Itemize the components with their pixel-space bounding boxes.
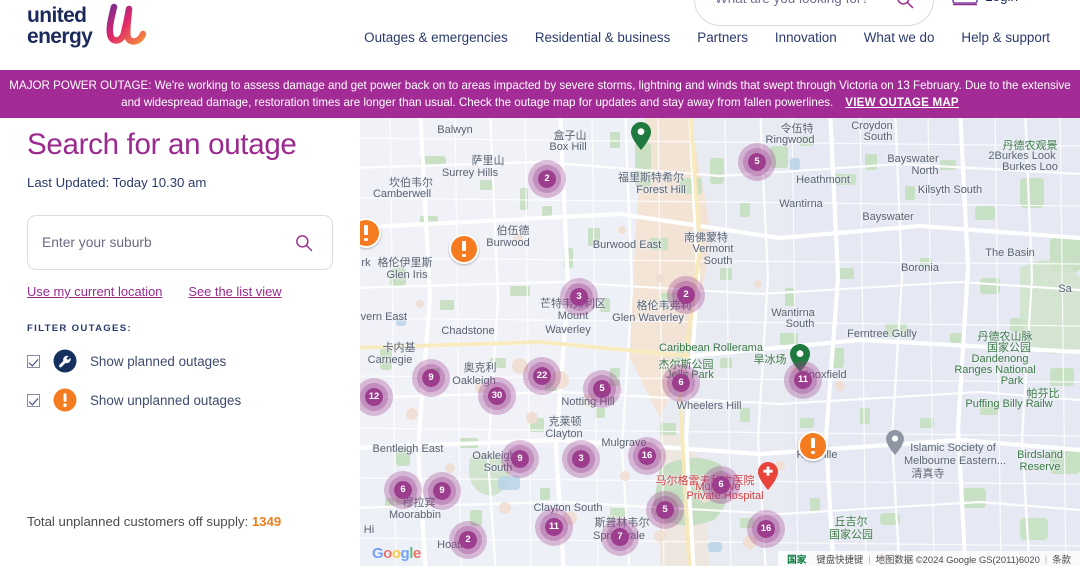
total-label: Total unplanned customers off supply:: [27, 514, 249, 529]
site-search-box[interactable]: What are you looking for?: [694, 0, 934, 26]
outage-cluster-marker[interactable]: 6: [662, 364, 700, 402]
outage-cluster-marker[interactable]: 9: [501, 440, 539, 478]
cluster-count: 6: [678, 377, 684, 389]
filter-outages-heading: FILTER OUTAGES:: [27, 323, 132, 334]
outage-cluster-marker[interactable]: 11: [784, 361, 822, 399]
wrench-circle-icon: [53, 349, 77, 373]
cluster-count: 30: [491, 390, 503, 402]
unplanned-outage-marker[interactable]: [798, 431, 828, 461]
show-planned-outages-checkbox[interactable]: [27, 354, 40, 368]
last-updated-text: Last Updated: Today 10.30 am: [27, 175, 207, 190]
outage-cluster-marker[interactable]: 2: [528, 160, 566, 198]
nav-item-5[interactable]: Help & support: [961, 30, 1050, 45]
page-title: Search for an outage: [27, 128, 297, 161]
outage-cluster-marker[interactable]: 6: [702, 466, 740, 504]
cluster-count: 9: [517, 453, 523, 465]
major-outage-banner: MAJOR POWER OUTAGE: We're working to ass…: [0, 70, 1080, 118]
outage-cluster-marker[interactable]: 9: [423, 472, 461, 510]
outage-cluster-marker[interactable]: 2: [449, 521, 487, 559]
site-header: united energy What are you looking for?: [0, 0, 1080, 70]
outage-map[interactable]: Balwyn 盒子山 Box Hill 萨里山 Surrey Hills 坎伯韦尔 Camb…: [360, 118, 1080, 566]
nav-item-2[interactable]: Partners: [697, 30, 748, 45]
main-navigation[interactable]: Outages & emergencies Residential & busin…: [0, 30, 1080, 45]
suburb-search-field[interactable]: [27, 215, 333, 270]
cluster-count: 3: [576, 291, 582, 303]
cluster-count: 16: [641, 450, 653, 462]
outage-cluster-marker[interactable]: 22: [523, 357, 561, 395]
cluster-count: 11: [548, 521, 560, 533]
map-attribution: 国家 键盘快捷键 | 地图数据 ©2024 Google GS(2011)602…: [778, 551, 1080, 566]
filter-planned-outages-row[interactable]: Show planned outages: [27, 349, 333, 373]
terms-link[interactable]: 条款: [1047, 552, 1076, 566]
outage-search-sidebar: Search for an outage Last Updated: Today…: [0, 118, 360, 566]
exclamation-circle-icon: [53, 388, 77, 412]
attribution-flag: 国家: [787, 554, 807, 566]
nav-item-3[interactable]: Innovation: [775, 30, 837, 45]
cluster-count: 5: [599, 383, 605, 395]
show-unplanned-outages-label: Show unplanned outages: [90, 392, 242, 408]
view-outage-map-link[interactable]: VIEW OUTAGE MAP: [845, 96, 959, 109]
cluster-count: 2: [465, 534, 471, 546]
total-value: 1349: [251, 514, 282, 529]
use-my-current-location-link[interactable]: Use my current location: [27, 284, 162, 299]
search-icon[interactable]: [895, 0, 915, 10]
filter-unplanned-outages-row[interactable]: Show unplanned outages: [27, 388, 333, 412]
show-planned-outages-label: Show planned outages: [90, 353, 227, 369]
nav-item-4[interactable]: What we do: [864, 30, 935, 45]
outage-cluster-marker[interactable]: 16: [628, 437, 666, 475]
cluster-count: 11: [797, 374, 809, 386]
cluster-count: 9: [439, 485, 445, 497]
cluster-count: 2: [544, 173, 550, 185]
outage-cluster-marker[interactable]: 2: [667, 276, 705, 314]
login-menu[interactable]: Login: [952, 0, 1037, 6]
green-pin-icon[interactable]: [631, 122, 651, 150]
show-unplanned-outages-checkbox[interactable]: [27, 393, 40, 407]
search-icon[interactable]: [294, 233, 314, 253]
cluster-count: 16: [760, 523, 772, 535]
suburb-search-input[interactable]: [42, 216, 292, 269]
hospital-pin-icon[interactable]: [758, 462, 778, 490]
outage-cluster-marker[interactable]: 11: [535, 508, 573, 546]
nav-item-0[interactable]: Outages & emergencies: [364, 30, 508, 45]
nav-item-1[interactable]: Residential & business: [535, 30, 670, 45]
cluster-count: 5: [754, 156, 760, 168]
page-root: Balwyn 盒子山 Box Hill 萨里山 Surrey Hills 坎伯韦尔 Camb…: [0, 0, 1080, 566]
outage-cluster-marker[interactable]: 5: [583, 370, 621, 408]
outage-cluster-marker[interactable]: 16: [747, 510, 785, 548]
site-search-placeholder: What are you looking for?: [715, 0, 869, 6]
outage-cluster-marker[interactable]: 7: [601, 518, 639, 556]
total-unplanned-customers: Total unplanned customers off supply: 13…: [27, 514, 281, 529]
cluster-count: 7: [617, 531, 623, 543]
keyboard-shortcuts-link[interactable]: 键盘快捷键: [811, 552, 868, 566]
cluster-count: 9: [428, 372, 434, 384]
outage-cluster-marker[interactable]: 5: [738, 143, 776, 181]
cluster-count: 22: [536, 370, 548, 382]
outage-cluster-marker[interactable]: 5: [646, 491, 684, 529]
login-label: Login: [985, 0, 1018, 4]
outage-cluster-marker[interactable]: 6: [384, 471, 422, 509]
cluster-count: 3: [578, 453, 584, 465]
see-the-list-view-link[interactable]: See the list view: [188, 284, 281, 299]
unplanned-outage-marker[interactable]: [449, 234, 479, 264]
sidebar-links: Use my current location See the list vie…: [27, 284, 333, 299]
cluster-count: 5: [662, 504, 668, 516]
mosque-poi-icon: [886, 430, 904, 455]
logo-line-1: united: [27, 3, 87, 27]
cluster-count: 2: [683, 289, 689, 301]
login-card-icon: [952, 0, 978, 6]
outage-cluster-marker[interactable]: 9: [412, 359, 450, 397]
cluster-count: 6: [718, 479, 724, 491]
outage-cluster-marker[interactable]: 3: [560, 278, 598, 316]
outage-cluster-marker[interactable]: 3: [562, 440, 600, 478]
outage-cluster-marker[interactable]: 30: [478, 377, 516, 415]
map-data-text: 地图数据 ©2024 Google GS(2011)6020: [875, 553, 1040, 565]
cluster-count: 12: [368, 391, 380, 403]
cluster-count: 6: [400, 484, 406, 496]
